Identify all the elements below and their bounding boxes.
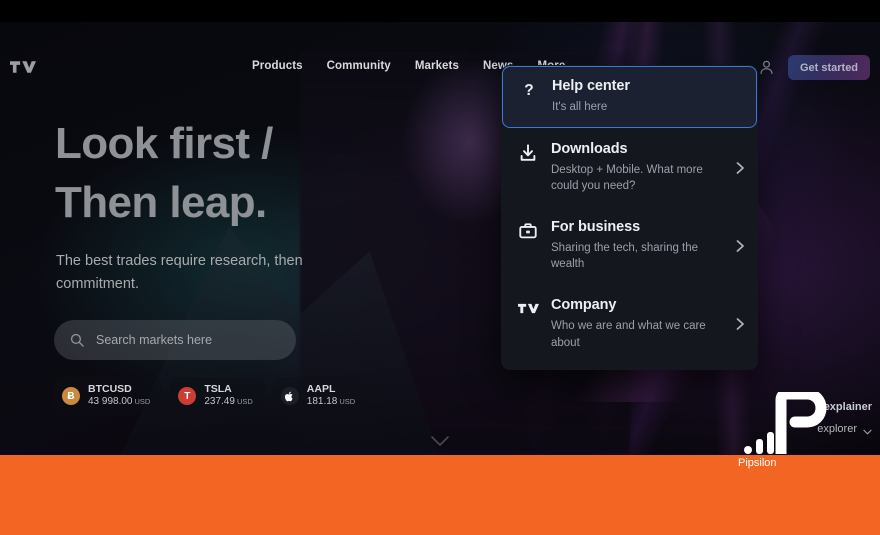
ticker-symbol: BTCUSD: [88, 383, 132, 395]
ticker-price: 43 998.00 USD: [88, 396, 151, 408]
nav-link-products[interactable]: Products: [252, 60, 303, 72]
widget-explorer-label: explorer: [817, 423, 857, 435]
search-markets-input[interactable]: Search markets here: [54, 320, 296, 360]
more-dropdown-menu: ? Help center It's all here Downloads De…: [501, 65, 758, 370]
top-navigation-bar: Products Community Markets News More Get…: [0, 22, 880, 80]
dropdown-item-title: For business: [551, 218, 641, 235]
dropdown-item-description: Sharing the tech, sharing the wealth: [551, 242, 699, 271]
ticker-price: 181.18 USD: [306, 396, 356, 408]
chevron-right-icon: [735, 239, 745, 253]
ticker-chip-tsla[interactable]: T TSLA 237.49 USD: [170, 377, 265, 416]
ticker-chip-btcusd[interactable]: Ƀ BTCUSD 43 998.00 USD: [54, 377, 163, 416]
question-mark-icon: ?: [518, 79, 540, 101]
tradingview-logo-icon: [517, 298, 539, 320]
nav-link-community[interactable]: Community: [327, 60, 391, 72]
chevron-down-icon[interactable]: [863, 426, 872, 435]
bottom-right-widget: explainer explorer: [692, 396, 872, 440]
dropdown-item-title: Help center: [552, 78, 630, 94]
ticker-currency: USD: [134, 397, 151, 407]
btc-badge-icon: Ƀ: [62, 387, 80, 406]
dropdown-item-help-center[interactable]: ? Help center It's all here: [502, 66, 757, 128]
ticker-price: 237.49 USD: [204, 396, 253, 408]
ticker-symbol: TSLA: [204, 383, 232, 395]
dropdown-item-description: It's all here: [552, 101, 608, 114]
nav-link-markets[interactable]: Markets: [415, 60, 459, 72]
dropdown-item-company[interactable]: Company Who we are and what we care abou…: [501, 285, 758, 363]
dropdown-item-downloads[interactable]: Downloads Desktop + Mobile. What more co…: [501, 129, 758, 207]
svg-text:?: ?: [524, 82, 533, 99]
dropdown-item-description: Who we are and what we care about: [551, 320, 706, 349]
hero-subheadline: The best trades require research, then c…: [56, 253, 303, 293]
tsla-badge-icon: T: [178, 387, 197, 406]
ticker-currency: USD: [339, 397, 356, 407]
search-icon: [70, 333, 84, 347]
chevron-right-icon: [735, 161, 745, 175]
dropdown-item-title: Downloads: [551, 140, 628, 157]
ticker-symbol: AAPL: [306, 383, 336, 395]
watermark-label: Pipsilon: [738, 457, 777, 469]
dropdown-item-description: Desktop + Mobile. What more could you ne…: [551, 164, 703, 193]
ticker-chip-aapl[interactable]: AAPL 181.18 USD: [272, 377, 368, 416]
chevron-down-icon[interactable]: [430, 434, 450, 447]
tradingview-logo-icon[interactable]: [10, 59, 36, 75]
dropdown-item-for-business[interactable]: For business Sharing the tech, sharing t…: [501, 207, 758, 285]
ticker-currency: USD: [236, 397, 253, 407]
dropdown-item-title: Company: [551, 296, 617, 313]
user-account-icon[interactable]: [758, 59, 775, 76]
chevron-right-icon: [735, 317, 745, 331]
search-placeholder-text: Search markets here: [96, 333, 213, 347]
hero-headline: Look first / Then leap.: [55, 119, 273, 227]
screenshot-root: Products Community Markets News More Get…: [0, 0, 880, 535]
widget-explorer-row[interactable]: explorer: [692, 418, 872, 440]
download-icon: [517, 142, 539, 164]
widget-explainer-row[interactable]: explainer: [692, 396, 872, 418]
apple-badge-icon: [280, 387, 299, 406]
ticker-chip-list: Ƀ BTCUSD 43 998.00USD T TSLA 237.49USD: [54, 377, 368, 416]
widget-explainer-label: explainer: [823, 401, 872, 413]
briefcase-icon: [517, 220, 539, 242]
get-started-button[interactable]: Get started: [788, 55, 870, 80]
